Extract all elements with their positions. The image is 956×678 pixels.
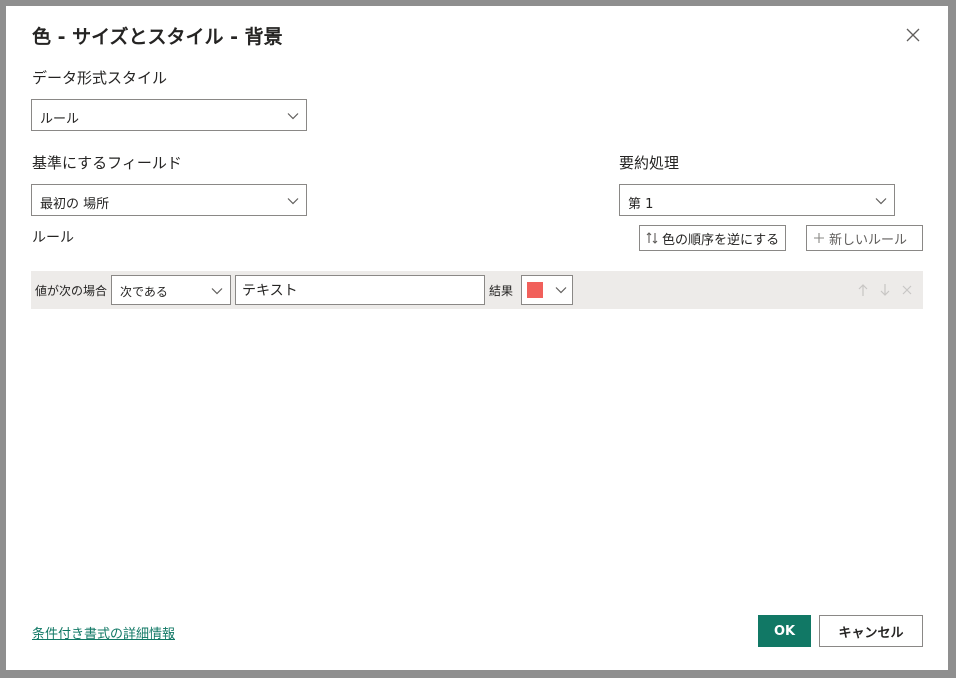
- move-down-icon[interactable]: [877, 282, 893, 298]
- color-swatch: [527, 282, 543, 298]
- cancel-button[interactable]: キャンセル: [819, 615, 923, 647]
- chevron-down-icon: [875, 198, 887, 205]
- base-field-value: 最初の 場所: [40, 197, 110, 212]
- base-field-label: 基準にするフィールド: [32, 154, 182, 172]
- new-rule-button[interactable]: 新しいルール: [806, 225, 923, 251]
- rules-label: ルール: [32, 230, 74, 246]
- delete-rule-icon[interactable]: [899, 282, 915, 298]
- close-icon[interactable]: [904, 26, 922, 44]
- rule-row: 値が次の場合 次である 結果: [31, 271, 923, 309]
- plus-icon: [814, 233, 824, 243]
- operator-value: 次である: [120, 285, 168, 299]
- condition-label: 値が次の場合: [35, 284, 108, 298]
- format-style-label: データ形式スタイル: [32, 69, 168, 87]
- reverse-color-order-label: 色の順序を逆にする: [662, 232, 780, 248]
- format-style-value: ルール: [40, 112, 80, 127]
- sort-arrows-icon: [646, 232, 658, 244]
- summarization-label: 要約処理: [619, 154, 680, 172]
- result-label: 結果: [489, 284, 514, 298]
- rule-value-input[interactable]: [235, 275, 485, 305]
- base-field-select[interactable]: 最初の 場所: [31, 184, 307, 216]
- dialog-title: 色 - サイズとスタイル - 背景: [32, 26, 283, 48]
- chevron-down-icon: [287, 113, 299, 120]
- ok-button[interactable]: OK: [758, 615, 811, 647]
- chevron-down-icon: [555, 287, 567, 294]
- format-style-select[interactable]: ルール: [31, 99, 307, 131]
- result-color-picker[interactable]: [521, 275, 573, 305]
- new-rule-label: 新しいルール: [829, 232, 908, 248]
- operator-select[interactable]: 次である: [111, 275, 231, 305]
- chevron-down-icon: [211, 288, 223, 295]
- summarization-select[interactable]: 第 1: [619, 184, 895, 216]
- learn-more-link[interactable]: 条件付き書式の詳細情報: [32, 623, 175, 642]
- move-up-icon[interactable]: [855, 282, 871, 298]
- reverse-color-order-button[interactable]: 色の順序を逆にする: [639, 225, 787, 251]
- chevron-down-icon: [287, 198, 299, 205]
- conditional-format-dialog: 色 - サイズとスタイル - 背景 データ形式スタイル ルール 基準にするフィー…: [6, 6, 948, 670]
- summarization-value: 第 1: [628, 197, 654, 212]
